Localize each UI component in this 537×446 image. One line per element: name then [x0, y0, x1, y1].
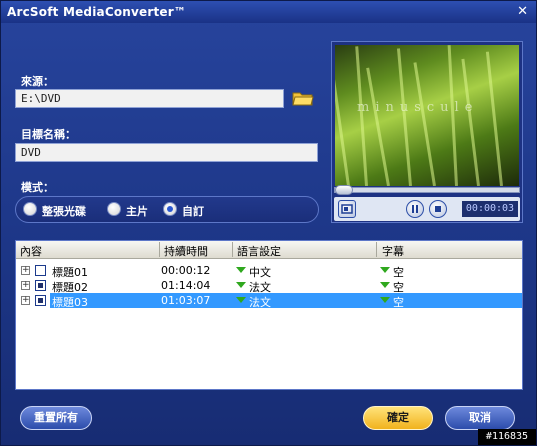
pause-icon[interactable]	[406, 200, 424, 218]
window-title: ArcSoft MediaConverter™	[7, 5, 187, 19]
row-checkbox[interactable]	[35, 280, 46, 291]
expand-icon[interactable]: +	[21, 296, 30, 305]
expand-icon[interactable]: +	[21, 266, 30, 275]
column-header-language[interactable]: 語言設定	[237, 243, 281, 259]
subtitle-dropdown-arrow-icon[interactable]	[380, 267, 390, 273]
playback-controls: 00:00:03	[334, 197, 520, 221]
ok-button[interactable]: 確定	[363, 406, 433, 430]
language-cell[interactable]: 法文	[249, 294, 271, 310]
close-icon[interactable]: ✕	[517, 4, 528, 19]
title-cell: 標題03	[52, 296, 88, 309]
seek-handle[interactable]	[335, 185, 353, 195]
cancel-button[interactable]: 取消	[445, 406, 515, 430]
video-overlay-text: minuscule	[357, 100, 479, 115]
mode-label: 模式：	[21, 181, 54, 194]
target-name-label: 目標名稱：	[21, 128, 76, 141]
table-row[interactable]: + 標題02 01:14:04 法文 空	[16, 278, 522, 294]
source-label: 來源：	[21, 75, 54, 88]
subtitle-cell[interactable]: 空	[393, 294, 404, 310]
row-checkbox[interactable]	[35, 265, 46, 276]
table-row-selected[interactable]: + 標題03 01:03:07 法文 空	[16, 293, 522, 310]
language-dropdown-arrow-icon[interactable]	[236, 297, 246, 303]
radio-button-selected[interactable]	[163, 202, 177, 216]
subtitle-dropdown-arrow-icon[interactable]	[380, 282, 390, 288]
folder-icon[interactable]	[292, 90, 314, 106]
reset-all-button[interactable]: 重置所有	[20, 406, 92, 430]
title-list-table: 內容 持續時間 語言設定 字幕 + 標題01 00:00:12 中文 空 + 標…	[15, 240, 523, 390]
target-name-field[interactable]: DVD	[15, 143, 318, 162]
table-header: 內容 持續時間 語言設定 字幕	[16, 241, 522, 259]
duration-cell: 01:03:07	[161, 294, 211, 307]
stop-icon[interactable]	[429, 200, 447, 218]
column-header-subtitle[interactable]: 字幕	[382, 243, 404, 259]
watermark: #116835	[478, 429, 536, 445]
duration-cell: 00:00:12	[161, 264, 211, 277]
radio-button[interactable]	[23, 202, 37, 216]
source-path-field[interactable]: E:\DVD	[15, 89, 284, 108]
expand-icon[interactable]: +	[21, 281, 30, 290]
duration-cell: 01:14:04	[161, 279, 211, 292]
radio-label: 自訂	[182, 205, 204, 218]
seek-bar[interactable]	[334, 185, 520, 195]
video-preview: minuscule	[335, 45, 519, 186]
table-row[interactable]: + 標題01 00:00:12 中文 空	[16, 263, 522, 279]
selection-highlight	[50, 293, 522, 308]
column-header-duration[interactable]: 持續時間	[164, 243, 208, 259]
radio-button[interactable]	[107, 202, 121, 216]
row-checkbox[interactable]	[35, 295, 46, 306]
column-header-content[interactable]: 內容	[20, 243, 42, 259]
subtitle-dropdown-arrow-icon[interactable]	[380, 297, 390, 303]
radio-label: 主片	[126, 205, 148, 218]
language-dropdown-arrow-icon[interactable]	[236, 282, 246, 288]
radio-label: 整張光碟	[42, 205, 86, 218]
preview-panel: minuscule 00:00:03	[331, 41, 523, 223]
title-bar[interactable]: ArcSoft MediaConverter™ ✕	[1, 1, 536, 23]
language-dropdown-arrow-icon[interactable]	[236, 267, 246, 273]
time-display: 00:00:03	[462, 201, 518, 217]
media-converter-window: ArcSoft MediaConverter™ ✕ 來源： E:\DVD 目標名…	[0, 0, 537, 446]
snapshot-icon[interactable]	[338, 200, 356, 218]
